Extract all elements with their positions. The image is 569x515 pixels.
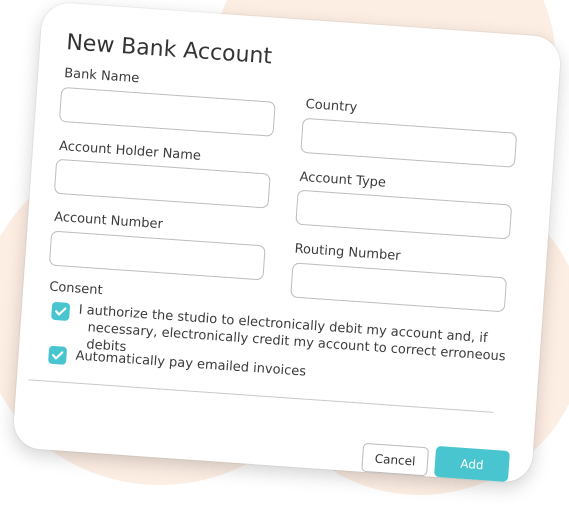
consent-label: Consent — [48, 279, 104, 299]
new-bank-account-dialog: New Bank Account Bank Name Account Holde… — [12, 1, 562, 484]
add-button[interactable]: Add — [434, 445, 510, 482]
dialog-title: New Bank Account — [65, 30, 273, 70]
cancel-button[interactable]: Cancel — [361, 442, 430, 477]
checkmark-icon — [51, 351, 64, 360]
account-number-label: Account Number — [53, 209, 164, 233]
account-type-input[interactable] — [295, 189, 513, 240]
authorize-checkbox[interactable] — [51, 301, 71, 321]
account-number-input[interactable] — [48, 230, 266, 281]
bank-name-input[interactable] — [58, 86, 276, 137]
routing-number-label: Routing Number — [294, 241, 402, 264]
authorize-consent-text: I authorize the studio to electronically… — [76, 302, 541, 385]
checkmark-icon — [55, 307, 67, 316]
routing-number-input[interactable] — [290, 262, 508, 313]
country-input[interactable] — [300, 117, 518, 168]
bank-name-label: Bank Name — [63, 66, 140, 87]
country-label: Country — [305, 96, 358, 116]
divider — [28, 379, 494, 413]
autopay-checkbox[interactable] — [47, 345, 68, 365]
account-type-label: Account Type — [299, 169, 387, 191]
account-holder-name-input[interactable] — [53, 158, 271, 209]
